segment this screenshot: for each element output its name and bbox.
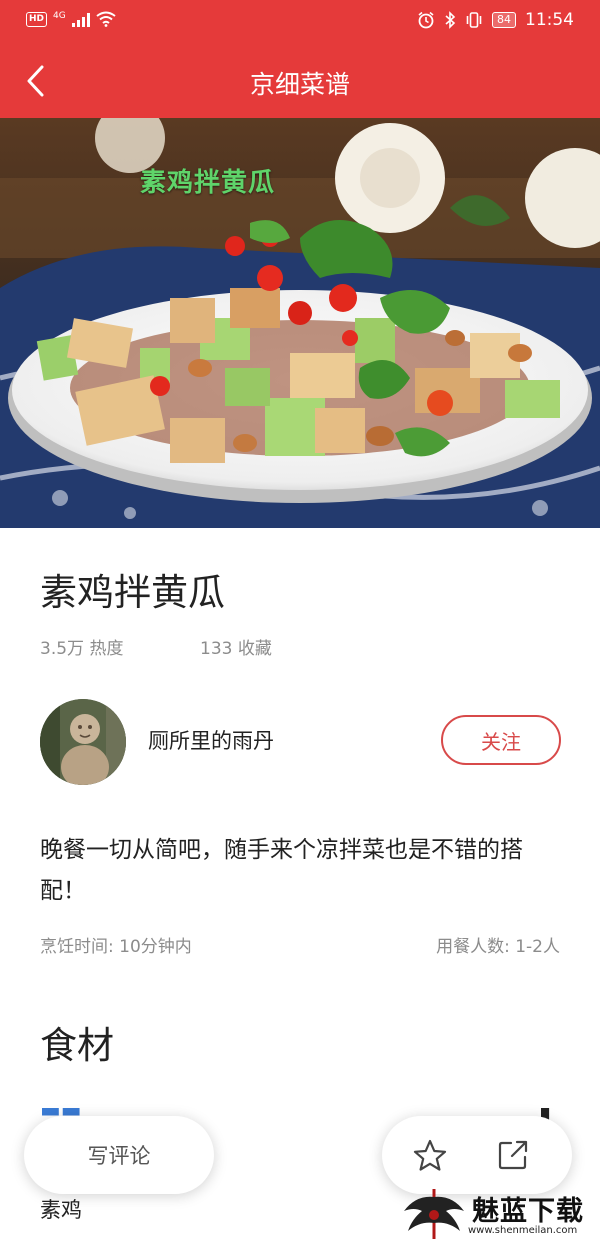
clock: 11:54 [525, 10, 574, 30]
favorites-count: 133 收藏 [200, 639, 272, 659]
popularity-count: 3.5万 热度 [40, 639, 124, 659]
signal-icon [71, 12, 90, 27]
alarm-icon [418, 11, 434, 29]
hero-caption: 素鸡拌黄瓜 [140, 168, 276, 198]
nav-title: 京细菜谱 [249, 70, 350, 99]
cook-time: 烹饪时间: 10分钟内 [40, 937, 192, 957]
recipe-hero-image: 素鸡拌黄瓜 [0, 118, 600, 528]
follow-button[interactable]: 关注 [441, 715, 561, 765]
share-button[interactable] [496, 1138, 530, 1172]
watermark-logo-icon [404, 1189, 464, 1239]
servings: 用餐人数: 1-2人 [436, 937, 560, 957]
share-icon [498, 1140, 528, 1170]
watermark-text: 魅蓝下载 [472, 1196, 584, 1227]
favorite-button[interactable] [412, 1138, 448, 1174]
network-type: 4G [53, 11, 66, 21]
battery-indicator: 84 [492, 12, 516, 28]
vibrate-icon [466, 12, 482, 28]
status-bar: HD 4G 84 11:54 [0, 0, 600, 44]
recipe-description: 晚餐一切从简吧，随手来个凉拌菜也是不错的搭配！ [40, 837, 523, 904]
recipe-title: 素鸡拌黄瓜 [40, 571, 225, 614]
ingredients-heading: 食材 [40, 1024, 114, 1067]
ingredient-item: 素鸡 [40, 1198, 82, 1222]
author-avatar[interactable] [40, 699, 126, 785]
avatar-image [40, 699, 126, 785]
star-icon [413, 1139, 447, 1171]
action-bar [382, 1116, 572, 1194]
recipe-stats: 3.5万 热度 133 收藏 [40, 634, 272, 659]
watermark-url: www.shenmeilan.com [468, 1225, 578, 1236]
wifi-icon [96, 11, 116, 27]
bluetooth-icon [445, 11, 456, 29]
author-name[interactable]: 厕所里的雨丹 [148, 725, 274, 755]
watermark: 魅蓝下载 www.shenmeilan.com [398, 1185, 598, 1243]
food-photo [0, 118, 600, 528]
hd-badge: HD [26, 11, 48, 27]
write-comment-button[interactable]: 写评论 [24, 1116, 214, 1194]
nav-bar: 京细菜谱 [0, 44, 600, 118]
